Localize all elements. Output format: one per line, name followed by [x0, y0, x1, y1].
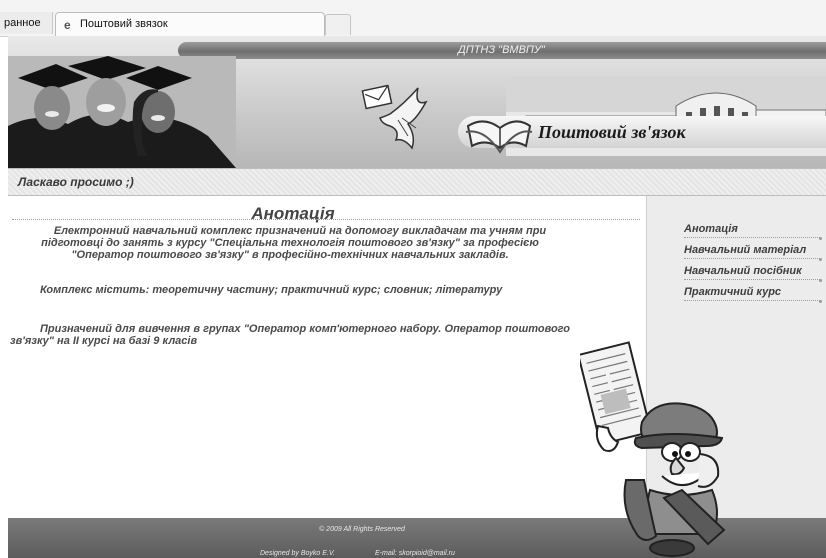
annotation-paragraph: Комплекс містить: теоретичну частину; пр… [40, 284, 503, 296]
designer-credit: Designed by Boyko E.V. [260, 550, 335, 557]
bullet-icon [819, 300, 822, 303]
sidebar-item-annotation[interactable]: Анотація [684, 223, 822, 240]
bullet-icon [819, 258, 822, 261]
annotation-paragraph: Електронний навчальний комплекс призначе… [41, 225, 547, 261]
site-title: Поштовий зв'язок [538, 122, 686, 142]
annotation-paragraph: Призначений для вивчення в групах "Опера… [10, 323, 570, 347]
sidebar-item-label: Практичний курс [684, 286, 782, 298]
browser-tab-title: Поштовий звязок [80, 18, 168, 30]
bullet-icon [819, 279, 822, 282]
favorites-tab[interactable]: ранное [0, 12, 53, 34]
institution-name: ДПТНЗ "ВМВПУ" [458, 44, 545, 56]
ie-icon: e [64, 18, 71, 32]
postman-mascot [580, 341, 726, 557]
dove-letter-icon [361, 84, 428, 150]
header-banner: ДПТНЗ "ВМВПУ" Поштовий зв'язок [8, 36, 826, 168]
open-book-icon [465, 120, 533, 154]
sidebar-item-learning-material[interactable]: Навчальний матеріал [684, 244, 822, 261]
main-content: Анотація Електронний навчальний комплекс… [8, 196, 646, 518]
welcome-text: Ласкаво просимо ;) [18, 175, 134, 189]
page-title: Анотація [251, 204, 335, 223]
title-divider [12, 219, 640, 220]
browser-tab-bar: ранное e Поштовий звязок [0, 0, 826, 37]
sidebar-item-label: Анотація [684, 223, 738, 235]
contact-email[interactable]: E-mail: skorpioid@mail.ru [375, 550, 455, 557]
browser-tab[interactable]: e Поштовий звязок [55, 12, 325, 36]
sidebar-item-practical-course[interactable]: Практичний курс [684, 286, 822, 303]
sidebar-item-textbook[interactable]: Навчальний посібник [684, 265, 822, 282]
sidebar-item-label: Навчальний посібник [684, 265, 802, 277]
bullet-icon [819, 237, 822, 240]
sidebar-item-label: Навчальний матеріал [684, 244, 807, 256]
graduates-photo [8, 56, 236, 168]
new-tab-button[interactable] [325, 14, 351, 35]
welcome-bar: Ласкаво просимо ;) [8, 168, 826, 196]
